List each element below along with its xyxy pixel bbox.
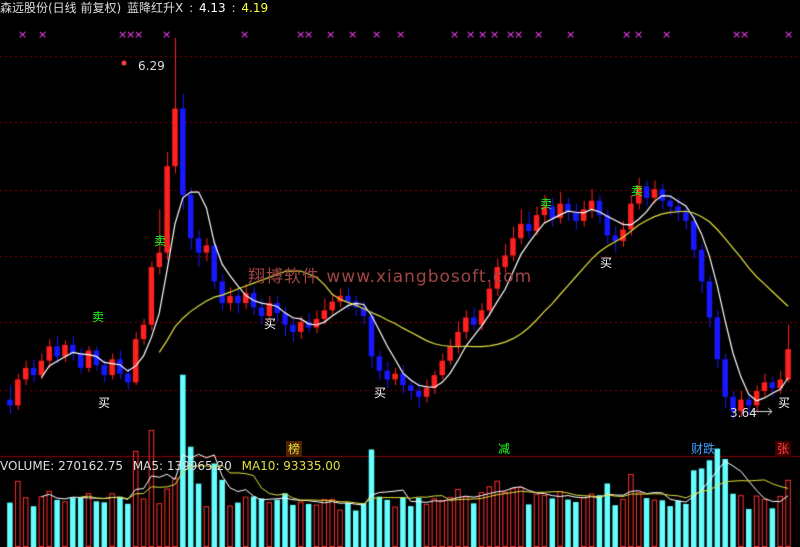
header-sep: : [231, 1, 236, 15]
low-price-label: 3.64 [730, 406, 757, 420]
indicator-value-1: 4.13 [198, 1, 226, 15]
high-price-label: 6.29 [138, 59, 165, 73]
event-tag[interactable]: 张 [775, 441, 792, 457]
event-tag[interactable]: 财跌 [689, 441, 717, 457]
watermark: 翔博软件 www.xiangbosoft.com [248, 267, 533, 287]
volume-value: VOLUME: 270162.75 [0, 459, 123, 473]
event-tag[interactable]: 减 [496, 441, 512, 457]
buy-signal: 买 [778, 396, 791, 410]
volume-ma10: MA10: 93335.00 [241, 459, 341, 473]
sell-signal: 卖 [154, 234, 167, 248]
indicator-name: 蓝降红升X [127, 1, 184, 15]
buy-signal: 买 [600, 256, 613, 270]
event-tag[interactable]: 榜 [286, 441, 303, 457]
chart-header: 森远股份(日线 前复权) 蓝降红升X : 4.13 : 4.19 [0, 0, 270, 16]
sell-signal: 卖 [540, 197, 553, 211]
buy-signal: 买 [264, 317, 277, 331]
sell-signal: 卖 [92, 310, 105, 324]
volume-header: VOLUME: 270162.75 MA5: 139965.20 MA10: 9… [0, 458, 347, 474]
buy-signal: 买 [374, 386, 387, 400]
volume-ma5: MA5: 139965.20 [132, 459, 232, 473]
header-sep: : [189, 1, 194, 15]
indicator-value-2: 4.19 [241, 1, 269, 15]
buy-signal: 买 [98, 396, 111, 410]
stock-title: 森远股份(日线 前复权) [0, 1, 122, 15]
sell-signal: 卖 [631, 184, 644, 198]
